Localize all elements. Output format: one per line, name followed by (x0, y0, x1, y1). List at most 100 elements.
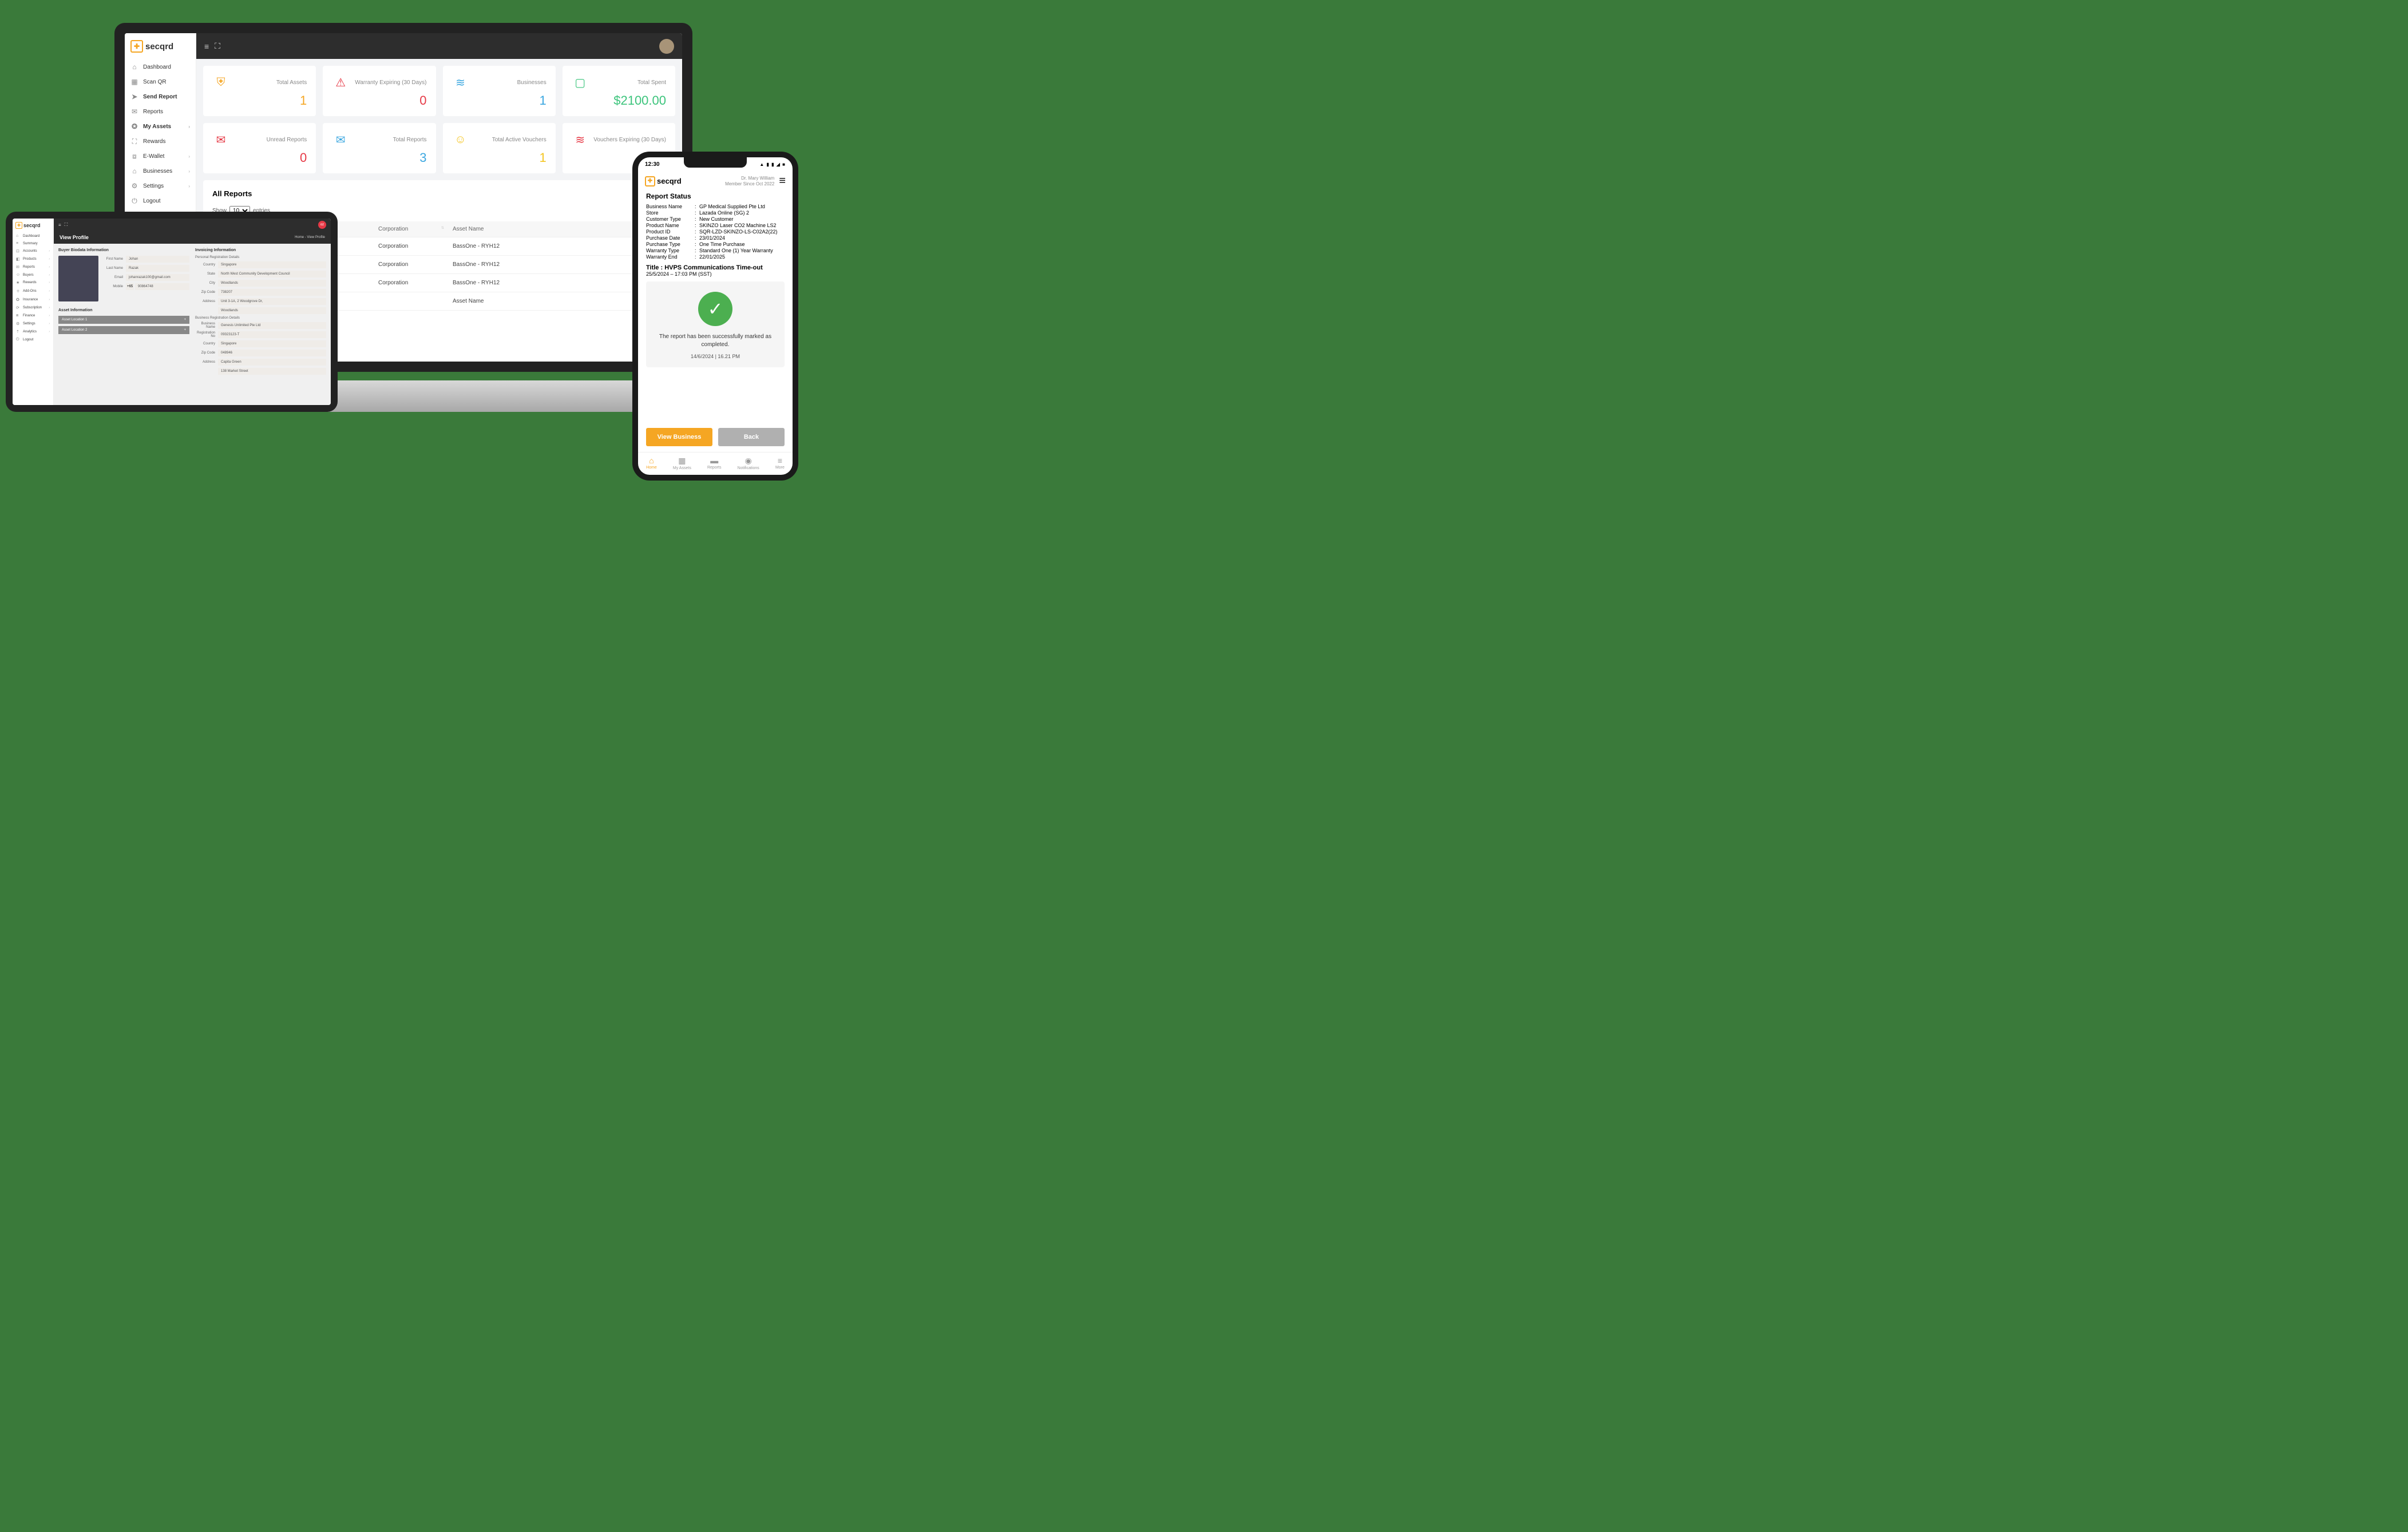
reports-title: All Reports (212, 189, 666, 198)
menu-icon[interactable]: ≡ (779, 174, 786, 188)
sidebar-item-reports[interactable]: ✉Reports› (13, 263, 53, 271)
success-timestamp: 14/6/2024 | 16.21 PM (652, 354, 779, 359)
menu-icon[interactable]: ≡ (204, 42, 209, 51)
bname-field[interactable]: Genesis Unlimited Pte Ltd (218, 322, 326, 329)
notification-badge[interactable]: oz (318, 221, 326, 229)
sidebar-item-rewards[interactable]: ⛶Rewards (125, 134, 196, 149)
sidebar-item-dashboard[interactable]: ⌂Dashboard (125, 59, 196, 74)
nav-home[interactable]: ⌂Home (646, 456, 657, 470)
mobile-field[interactable]: 90864748 (135, 283, 189, 290)
sidebar-item-dashboard[interactable]: ⌂Dashboard (13, 232, 53, 240)
zip-field[interactable]: 738207 (218, 289, 326, 296)
sidebar-item-settings[interactable]: ⚙Settings› (125, 178, 196, 193)
chevron-right-icon: › (49, 289, 50, 293)
profile-body: Buyer Biodata Information First NameJoha… (54, 244, 331, 405)
page-header: View Profile Home - View Profile (54, 231, 331, 244)
city-field[interactable]: Woodlands (218, 280, 326, 287)
nav-more[interactable]: ≡More (775, 456, 785, 470)
nav-icon: ✪ (16, 297, 21, 302)
sidebar-item-logout[interactable]: ⏻Logout (13, 336, 53, 344)
last-name-field[interactable]: Razak (126, 265, 189, 272)
address1-field[interactable]: Unit 3-1A, 2 Woodgrove Dr, (218, 298, 326, 305)
sidebar-item-reports[interactable]: ✉Reports (125, 104, 196, 119)
stack-icon: ≋ (452, 74, 469, 91)
first-name-field[interactable]: Johan (126, 256, 189, 263)
nav-icon: ★ (16, 280, 21, 285)
email-field[interactable]: johanrazak100@gmail.com (126, 274, 189, 281)
nav-reports[interactable]: ▬Reports (707, 456, 722, 470)
address2-field[interactable]: Woodlands (218, 307, 326, 314)
sidebar-item-settings[interactable]: ⚙Settings› (13, 320, 53, 328)
sidebar-item-products[interactable]: ◧Products› (13, 255, 53, 263)
sidebar-item-accounts[interactable]: ⊡Accounts› (13, 247, 53, 255)
success-message: The report has been successfully marked … (652, 333, 779, 349)
chevron-right-icon: › (188, 154, 190, 159)
nav-icon: ▦ (130, 78, 138, 86)
sidebar-item-logout[interactable]: ⏻Logout (125, 193, 196, 208)
country-field[interactable]: Singapore (218, 261, 326, 268)
fullscreen-icon[interactable]: ⛶ (215, 41, 220, 51)
sidebar-item-my-assets[interactable]: ✪My Assets› (125, 119, 196, 134)
baddress1-field[interactable]: Capita Green (218, 359, 326, 366)
warn-icon: ⚠ (332, 74, 349, 91)
sidebar-item-rewards[interactable]: ★Rewards› (13, 279, 53, 287)
sidebar-item-subscription[interactable]: ⟳Subscription› (13, 304, 53, 312)
report-field: Purchase Date:23/01/2024 (646, 235, 785, 241)
nav-icon: ◉ (738, 456, 759, 466)
sidebar-item-add-ons[interactable]: ＋Add-Ons› (13, 287, 53, 296)
nav-notifications[interactable]: ◉Notifications (738, 456, 759, 470)
view-business-button[interactable]: View Business (646, 428, 712, 446)
sidebar-item-summary[interactable]: ≡Summary (13, 240, 53, 247)
nav-icon: ⛶ (130, 137, 138, 145)
asset-location-1[interactable]: Asset Location 1+ (58, 316, 189, 324)
nav-icon: ≡ (16, 241, 21, 245)
bzip-field[interactable]: 048946 (218, 350, 326, 356)
sidebar-item-send-report[interactable]: ➤Send Report (125, 89, 196, 104)
nav-icon: ⏻ (130, 197, 138, 205)
stat-card-total-assets: ⛨Total Assets1 (203, 66, 316, 116)
avatar[interactable] (659, 39, 674, 54)
asset-location-2[interactable]: Asset Location 2+ (58, 326, 189, 334)
nav-icon: ▦ (673, 456, 691, 466)
sidebar-item-e-wallet[interactable]: ⧈E-Wallet› (125, 149, 196, 164)
personal-reg-title: Personal Registration Details (195, 256, 326, 259)
nav-icon: ✉ (16, 265, 21, 269)
sidebar-item-insurance[interactable]: ✪Insurance› (13, 296, 53, 304)
menu-icon[interactable]: ≡ (58, 223, 61, 228)
sidebar-item-scan-qr[interactable]: ▦Scan QR (125, 74, 196, 89)
chevron-right-icon: › (49, 257, 50, 261)
status-time: 12:30 (645, 161, 660, 168)
status-icons: ▲ ▮ ▮ ◢ ■ (759, 162, 786, 167)
nav-icon: ⌂ (16, 234, 21, 238)
baddress2-field[interactable]: 138 Market Street (218, 368, 326, 375)
fullscreen-icon[interactable]: ⛶ (65, 222, 68, 228)
shield-icon: ✚ (645, 176, 655, 186)
shield-icon: ✚ (130, 40, 143, 53)
nav-my-assets[interactable]: ▦My Assets (673, 456, 691, 470)
regno-field[interactable]: 09323123-T (218, 331, 326, 338)
report-datetime: 25/5/2024 – 17:03 PM (SST) (646, 271, 785, 277)
state-field[interactable]: North West Community Development Council (218, 271, 326, 277)
chevron-right-icon: › (49, 249, 50, 253)
stat-card-total-reports: ✉Total Reports3 (323, 123, 435, 173)
bcountry-field[interactable]: Singapore (218, 340, 326, 347)
action-buttons: View Business Back (638, 422, 793, 452)
tablet-topbar: ≡ ⛶ oz (54, 219, 331, 231)
stat-card-total-spent: ▢Total Spent$2100.00 (563, 66, 675, 116)
stat-value: 0 (212, 150, 307, 165)
stat-card-warranty-expiring-30-days-: ⚠Warranty Expiring (30 Days)0 (323, 66, 435, 116)
stack-icon: ≋ (572, 131, 589, 148)
sidebar-item-finance[interactable]: ⧈Finance› (13, 312, 53, 320)
nav-icon: ⌂ (130, 63, 138, 71)
chevron-right-icon: › (49, 273, 50, 277)
sidebar-item-businesses[interactable]: ⌂Businesses› (125, 164, 196, 178)
phone-header: ✚ secqrd Dr. Mary William Member Since O… (638, 171, 793, 189)
country-code[interactable]: +65 (126, 283, 134, 290)
phone-content: Report Status Business Name:GP Medical S… (638, 189, 793, 422)
sidebar-item-buyers[interactable]: ☺Buyers› (13, 271, 53, 279)
back-button[interactable]: Back (718, 428, 785, 446)
nav-icon: ⇡ (16, 330, 21, 334)
chevron-right-icon: › (49, 265, 50, 269)
nav-icon: ⟳ (16, 305, 21, 310)
sidebar-item-analytics[interactable]: ⇡Analytics› (13, 328, 53, 336)
